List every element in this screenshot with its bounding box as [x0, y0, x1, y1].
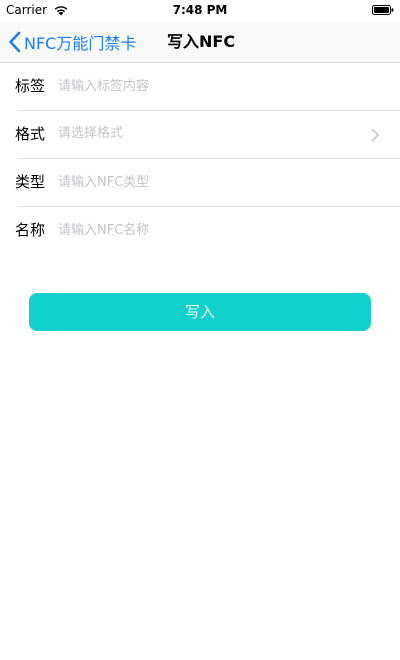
- tag-label: 标签: [15, 77, 46, 95]
- write-button[interactable]: 写入: [29, 293, 371, 331]
- name-label: 名称: [15, 221, 46, 239]
- format-label: 格式: [15, 125, 46, 143]
- form-row-format: 格式 请选择格式: [0, 111, 400, 159]
- write-nfc-screen: Carrier 7:48 PM NFC万能门禁卡 写入NFC 标签 请输入标签内…: [0, 0, 400, 660]
- status-bar: Carrier 7:48 PM: [0, 0, 400, 22]
- nfc-form: 标签 格式 请选择格式 类型 名称: [0, 63, 400, 255]
- form-row-tag: 标签: [0, 63, 400, 111]
- battery-icon: [372, 5, 394, 15]
- back-button[interactable]: NFC万能门禁卡: [8, 22, 136, 62]
- form-row-name: 名称: [0, 207, 400, 255]
- format-select-placeholder: 请选择格式: [58, 126, 124, 141]
- tag-input[interactable]: [58, 73, 360, 99]
- chevron-right-icon: [371, 128, 379, 142]
- type-label: 类型: [15, 173, 46, 191]
- navigation-bar: NFC万能门禁卡 写入NFC: [0, 22, 400, 63]
- format-select[interactable]: 请选择格式: [58, 111, 380, 159]
- chevron-left-icon: [9, 31, 21, 53]
- name-input[interactable]: [58, 217, 360, 243]
- form-row-type: 类型: [0, 159, 400, 207]
- back-button-label: NFC万能门禁卡: [24, 34, 137, 53]
- clock: 7:48 PM: [172, 3, 228, 17]
- type-input[interactable]: [58, 169, 360, 195]
- page-title: 写入NFC: [167, 32, 236, 51]
